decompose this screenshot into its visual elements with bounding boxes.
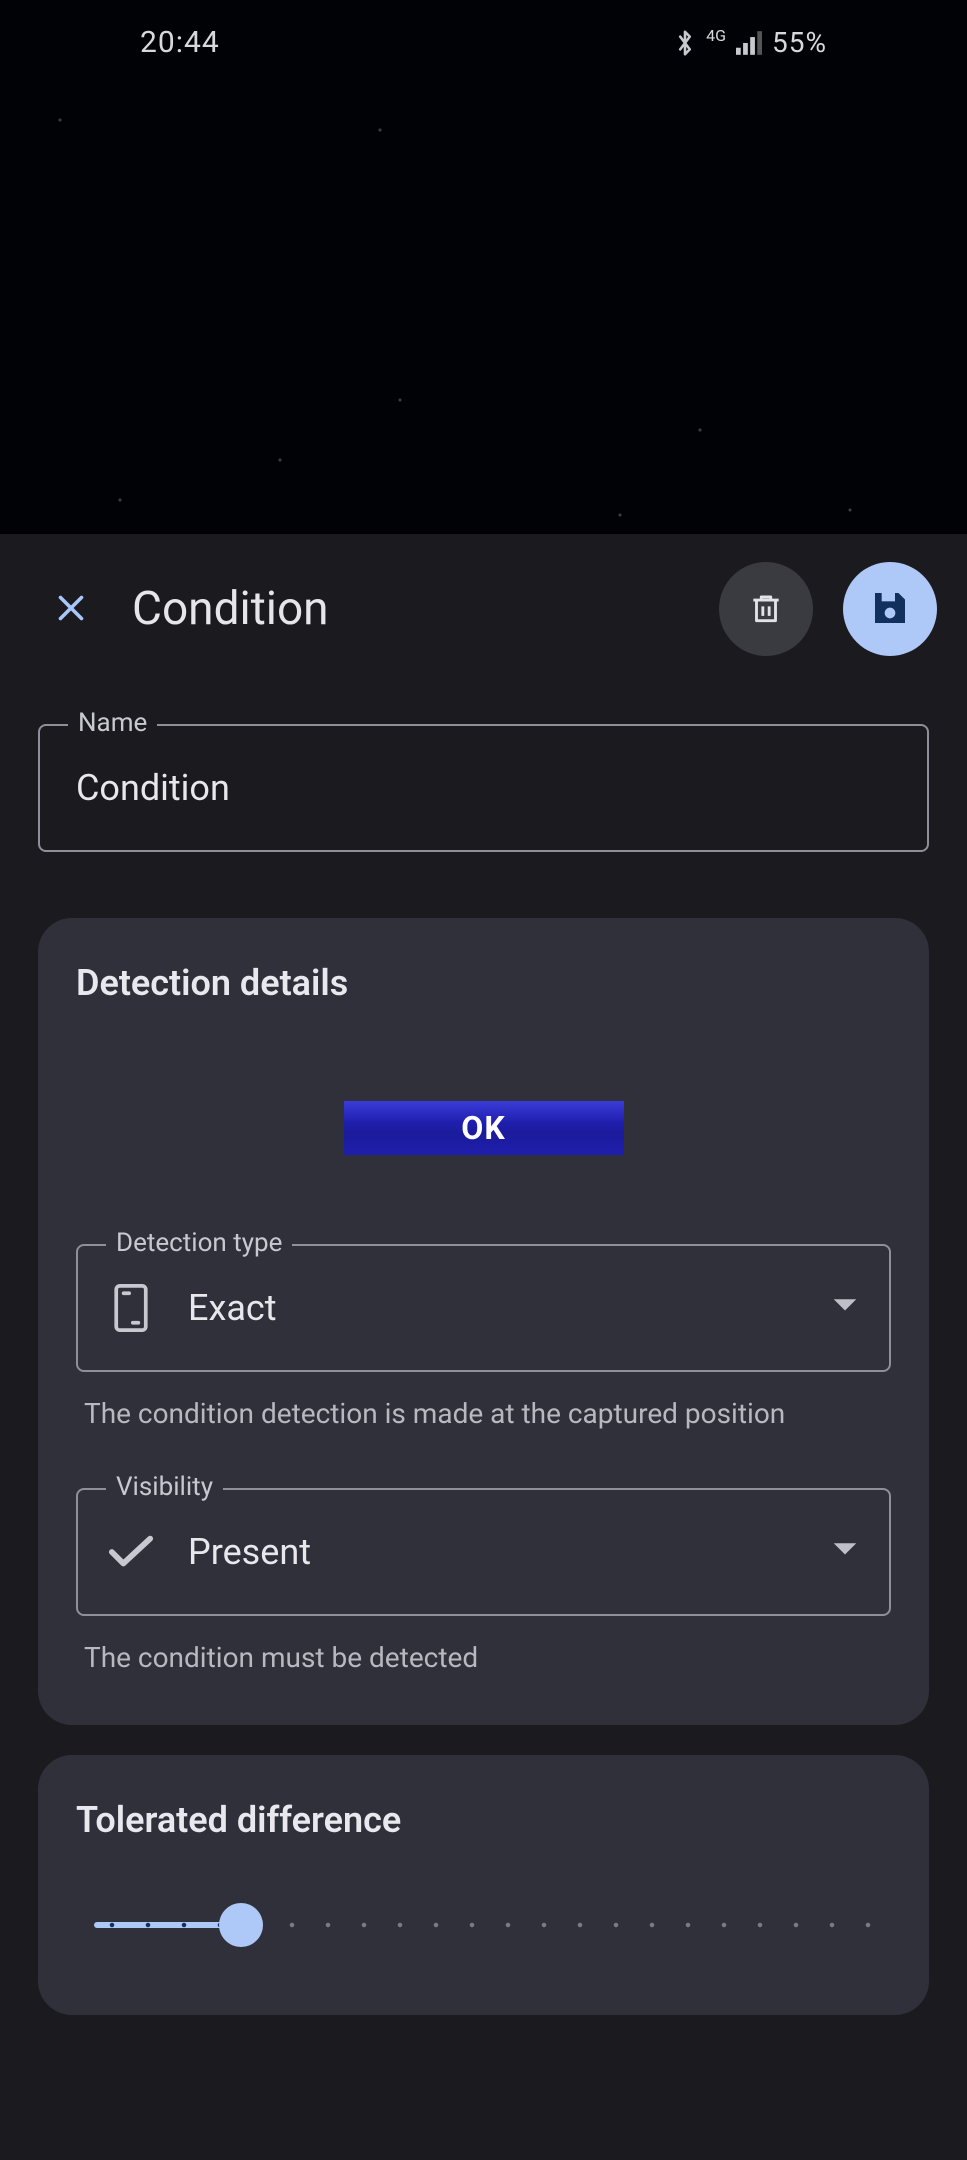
tolerance-slider[interactable] xyxy=(76,1895,891,1955)
detection-type-value: Exact xyxy=(188,1287,831,1329)
visibility-label: Visibility xyxy=(106,1472,223,1502)
tolerance-title: Tolerated difference xyxy=(76,1799,891,1841)
close-button[interactable] xyxy=(46,584,96,634)
visibility-select[interactable]: Visibility Present xyxy=(76,1488,891,1616)
detection-type-helper: The condition detection is made at the c… xyxy=(76,1372,891,1432)
delete-button[interactable] xyxy=(719,562,813,656)
phone-icon xyxy=(108,1285,154,1331)
signal-icon xyxy=(736,31,762,55)
detection-type-label: Detection type xyxy=(106,1228,292,1258)
detection-card: Detection details OK Detection type Exac… xyxy=(38,918,929,1725)
name-input[interactable] xyxy=(76,767,891,809)
capture-preview[interactable]: OK xyxy=(38,1012,929,1244)
battery-percent: 55% xyxy=(772,26,827,59)
bluetooth-icon xyxy=(674,27,696,59)
tolerance-card: Tolerated difference xyxy=(38,1755,929,2015)
toolbar: Condition xyxy=(0,534,967,684)
detection-type-select[interactable]: Detection type Exact xyxy=(76,1244,891,1372)
chevron-down-icon xyxy=(831,1297,859,1319)
toolbar-title: Condition xyxy=(132,582,689,636)
preview-snapshot: OK xyxy=(344,1101,624,1155)
form-area: Name Detection details OK Detection type… xyxy=(0,684,967,2160)
slider-fill xyxy=(94,1922,234,1928)
slider-track xyxy=(94,1922,873,1928)
visibility-value: Present xyxy=(188,1531,831,1573)
name-field[interactable]: Name xyxy=(38,724,929,852)
detection-title: Detection details xyxy=(76,962,891,1004)
slider-thumb[interactable] xyxy=(219,1903,263,1947)
close-icon xyxy=(53,590,89,629)
chevron-down-icon xyxy=(831,1541,859,1563)
status-right: 4G 55% xyxy=(674,26,827,59)
name-field-label: Name xyxy=(68,708,157,738)
check-icon xyxy=(108,1529,154,1575)
trash-icon xyxy=(747,589,785,630)
status-time: 20:44 xyxy=(140,25,220,60)
network-type-label: 4G xyxy=(706,26,726,45)
save-button[interactable] xyxy=(843,562,937,656)
condition-sheet: Condition Name xyxy=(0,534,967,2160)
status-bar: 20:44 4G 55% xyxy=(0,0,967,85)
save-icon xyxy=(870,588,910,631)
visibility-helper: The condition must be detected xyxy=(76,1616,891,1676)
